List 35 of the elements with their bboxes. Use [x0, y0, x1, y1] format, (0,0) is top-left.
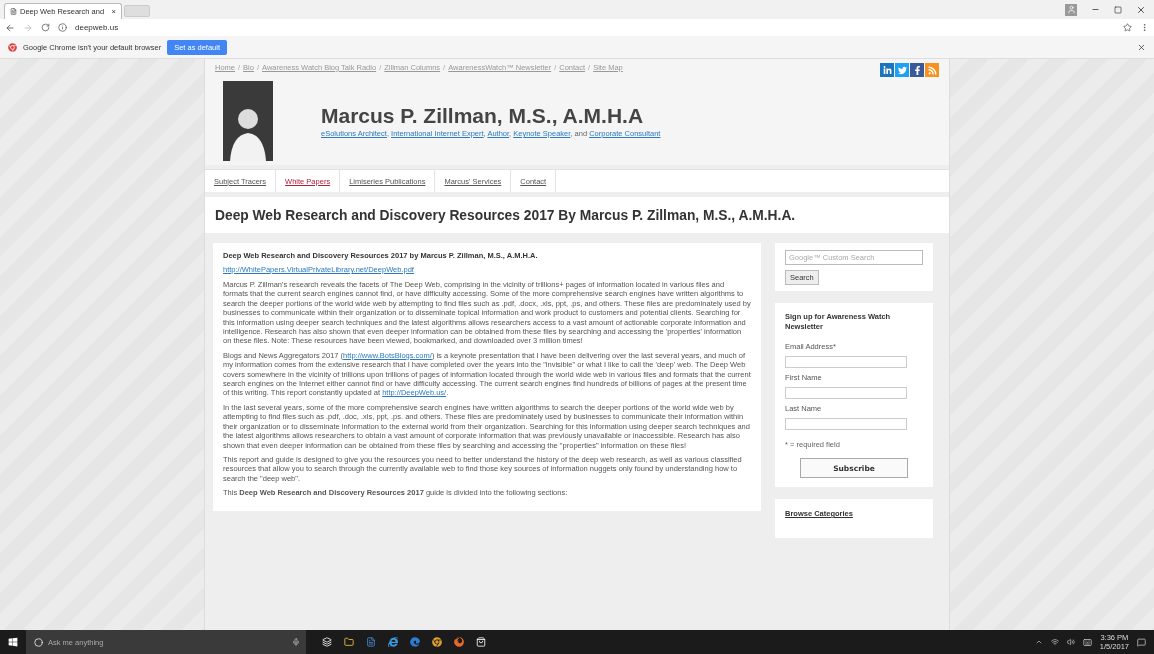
info-icon: [58, 23, 67, 32]
maximize-icon[interactable]: [1114, 5, 1122, 14]
task-view-icon[interactable]: [322, 637, 332, 647]
star-icon[interactable]: [1123, 23, 1132, 32]
back-icon[interactable]: [5, 22, 15, 33]
input-field[interactable]: [785, 356, 907, 368]
document-icon[interactable]: [366, 637, 376, 647]
ie-icon[interactable]: [388, 637, 398, 647]
folder-icon[interactable]: [344, 637, 354, 647]
bird-icon[interactable]: [895, 63, 909, 77]
store-icon[interactable]: [476, 637, 486, 647]
close-icon[interactable]: [1137, 42, 1146, 52]
keyboard-icon[interactable]: [1082, 637, 1092, 647]
input-field[interactable]: [785, 418, 907, 430]
microphone-icon: [292, 638, 300, 646]
input-field[interactable]: [785, 387, 907, 399]
volume-icon[interactable]: [1066, 638, 1075, 646]
facebook-icon[interactable]: [910, 63, 924, 77]
page-title: Deep Web Research and Discovery Resources 2017 By Marcus P. Zillman, M.S., A.M.H.A.: [215, 207, 796, 223]
chevron-icon[interactable]: [1034, 638, 1043, 646]
menu-icon[interactable]: [1140, 23, 1149, 32]
wifi-icon[interactable]: [1050, 638, 1059, 646]
page-icon: [10, 8, 17, 15]
chrome-icon: [8, 42, 17, 52]
close-icon[interactable]: [1136, 4, 1146, 15]
cortana-icon: [34, 637, 43, 647]
firefox-icon[interactable]: [454, 637, 464, 647]
notification-icon[interactable]: [1137, 637, 1146, 647]
site-name: Marcus P. Zillman, M.S., A.M.H.A: [321, 104, 645, 128]
linkedin-icon[interactable]: [880, 63, 894, 77]
chrome-icon[interactable]: [432, 637, 442, 647]
reload-icon[interactable]: [41, 23, 50, 32]
edge-icon[interactable]: [410, 637, 420, 647]
address-field[interactable]: deepweb.us: [75, 23, 119, 32]
profile-icon[interactable]: [1065, 3, 1077, 16]
